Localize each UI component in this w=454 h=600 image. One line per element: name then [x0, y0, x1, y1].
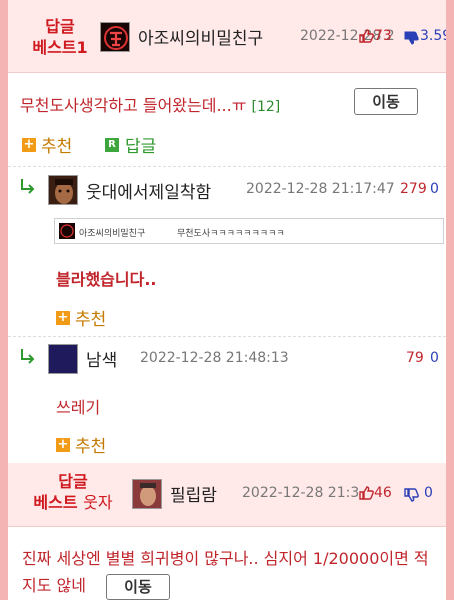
quote-text: 무천도사ㅋㅋㅋㅋㅋㅋㅋㅋㅋ — [177, 229, 285, 239]
best-label-line2: 베스트 — [33, 493, 78, 512]
plus-icon: + — [22, 136, 36, 152]
avatar-face-icon — [49, 176, 77, 204]
avatar-emblem-icon — [101, 23, 129, 51]
reply-body: 쓰레기 — [56, 398, 101, 417]
post-date: 2022-12-28 21:3 — [242, 485, 360, 501]
best-label-line2: 베스트1 — [32, 38, 88, 57]
comment-count: [12] — [251, 99, 281, 115]
plus-icon: + — [56, 309, 70, 325]
quote-avatar-icon — [59, 223, 75, 239]
avatar-face-icon — [133, 480, 161, 508]
avatar[interactable] — [132, 479, 162, 509]
divider — [8, 166, 446, 167]
up-count: 46 — [374, 485, 392, 501]
best-label-sub: 웃자 — [83, 493, 113, 512]
best-reply-title[interactable]: 진짜 세상엔 별별 희귀병이 많구나.. 심지어 1/20000이면 적지도 않… — [22, 549, 429, 595]
reply-body: 블라했습니다.. — [56, 270, 157, 289]
best-label-2: 답글 베스트 웃자 — [18, 471, 128, 513]
recommend-button[interactable]: + 추천 — [56, 305, 106, 330]
thumbs-up-icon[interactable] — [358, 485, 374, 501]
nickname[interactable]: 아조씨의비밀친구 — [138, 24, 263, 49]
plus-icon: + — [56, 436, 70, 452]
reply-label: 답글 — [125, 137, 157, 157]
down-count: 3.59 — [420, 28, 446, 44]
up-count: 73 — [374, 28, 392, 44]
best-reply-title-link[interactable]: 무천도사생각하고 들어왔는데...ㅠ [12] — [20, 92, 280, 116]
thumbs-up-icon[interactable] — [358, 28, 374, 44]
avatar[interactable] — [48, 175, 78, 205]
best-reply-header-2: 답글 베스트 웃자 필립람 2022-12-28 21:3 46 0 — [8, 463, 446, 527]
recommend-button[interactable]: + 추천 — [56, 432, 106, 457]
up-count: 79 — [406, 350, 424, 366]
recommend-label: 추천 — [41, 137, 73, 157]
post-date: 2022-12-28 21:48:13 — [140, 350, 289, 366]
comment-page: 답글 베스트1 아조씨의비밀친구 2022-12-28 2 73 3.59 무천… — [8, 0, 446, 600]
post-date: 2022-12-28 21:17:47 — [246, 181, 395, 197]
recommend-label: 추천 — [75, 437, 107, 457]
avatar[interactable] — [100, 22, 130, 52]
up-count: 279 — [400, 181, 427, 197]
nickname[interactable]: 남색 — [86, 346, 117, 371]
avatar[interactable] — [48, 344, 78, 374]
down-count: 0 — [430, 350, 439, 366]
down-count: 0 — [424, 485, 433, 501]
nickname[interactable]: 필립람 — [170, 481, 217, 506]
reply-arrow-icon — [21, 349, 35, 364]
best-label-line1: 답글 — [58, 472, 88, 491]
best-reply-title[interactable]: 무천도사생각하고 들어왔는데...ㅠ — [20, 96, 246, 115]
move-button[interactable]: 이동 — [105, 573, 170, 600]
move-button[interactable]: 이동 — [354, 88, 418, 115]
best-reply-header-1: 답글 베스트1 아조씨의비밀친구 2022-12-28 2 73 3.59 — [8, 0, 446, 73]
thumbs-down-icon[interactable] — [403, 487, 419, 503]
thumbs-down-icon[interactable] — [403, 30, 419, 46]
quoted-comment: 아조씨의비밀친구 무천도사ㅋㅋㅋㅋㅋㅋㅋㅋㅋ — [54, 218, 444, 244]
recommend-label: 추천 — [75, 310, 107, 330]
divider — [8, 336, 446, 337]
reply-arrow-icon — [21, 179, 35, 194]
down-count: 0 — [430, 181, 439, 197]
quote-nickname: 아조씨의비밀친구 — [79, 229, 146, 239]
reply-r-icon: R — [105, 137, 119, 152]
best-label-line1: 답글 — [45, 17, 75, 36]
nickname[interactable]: 웃대에서제일착함 — [86, 178, 211, 203]
reply-button[interactable]: R 답글 — [105, 132, 156, 157]
recommend-button[interactable]: + 추천 — [22, 132, 72, 157]
best-label-1: 답글 베스트1 — [24, 16, 96, 58]
best-reply-title-link[interactable]: 진짜 세상엔 별별 희귀병이 많구나.. 심지어 1/20000이면 적지도 않… — [22, 545, 442, 600]
